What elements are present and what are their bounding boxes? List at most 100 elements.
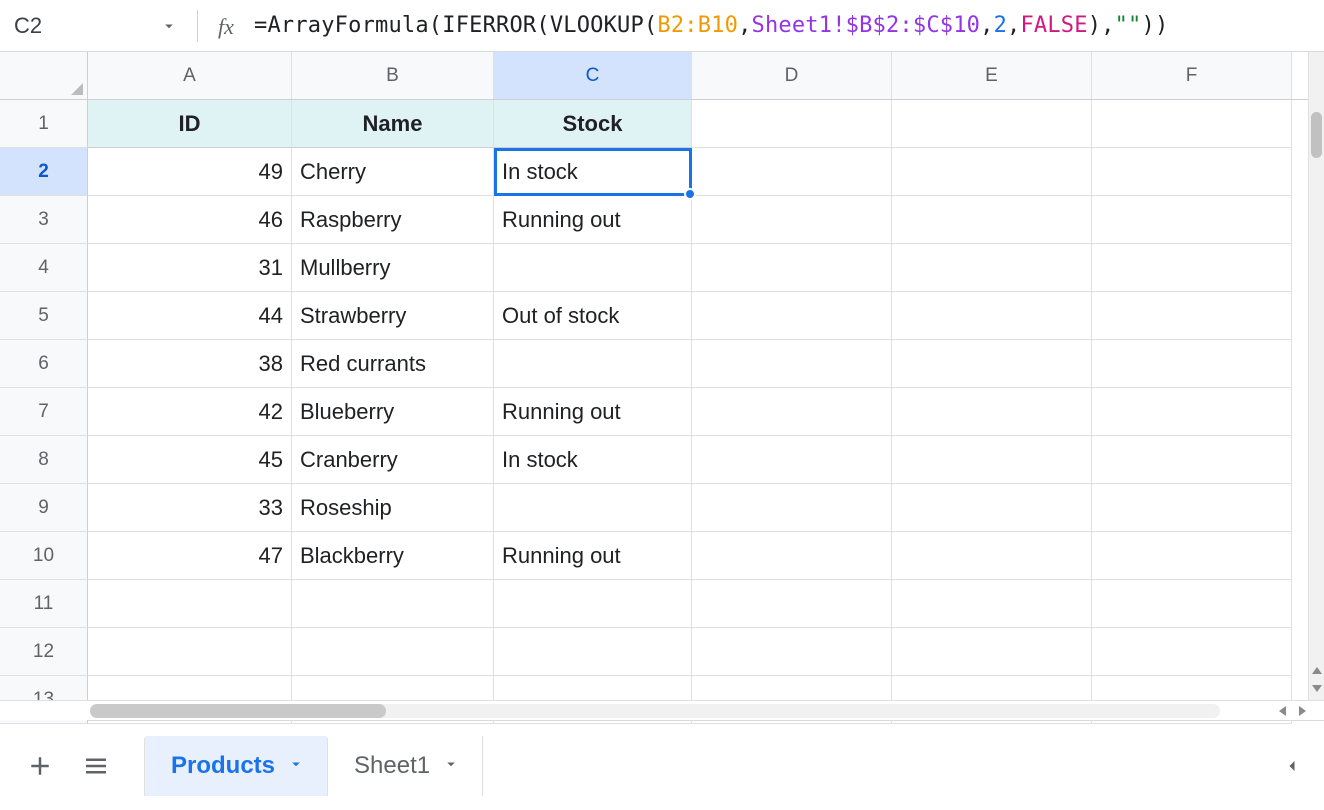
sheet-tab-sheet1[interactable]: Sheet1 bbox=[328, 736, 483, 796]
header-id[interactable]: ID bbox=[88, 100, 292, 148]
col-header-e[interactable]: E bbox=[892, 52, 1092, 99]
cell[interactable] bbox=[88, 628, 292, 676]
cell[interactable] bbox=[892, 580, 1092, 628]
cell[interactable] bbox=[692, 532, 892, 580]
row-header-7[interactable]: 7 bbox=[0, 388, 88, 436]
cell-id[interactable]: 46 bbox=[88, 196, 292, 244]
scroll-right-button[interactable] bbox=[1294, 703, 1310, 719]
cell-id[interactable]: 42 bbox=[88, 388, 292, 436]
cell-stock[interactable]: Running out bbox=[494, 532, 692, 580]
sheet-tab-menu[interactable] bbox=[442, 752, 460, 780]
cell[interactable] bbox=[1092, 436, 1292, 484]
sheet-tab-products[interactable]: Products bbox=[144, 736, 328, 796]
cell[interactable] bbox=[1092, 100, 1292, 148]
row-header-1[interactable]: 1 bbox=[0, 100, 88, 148]
row-header-10[interactable]: 10 bbox=[0, 532, 88, 580]
name-box[interactable]: C2 bbox=[8, 0, 183, 51]
scroll-up-button[interactable] bbox=[1311, 662, 1322, 678]
cell[interactable] bbox=[892, 340, 1092, 388]
cell-stock[interactable]: In stock bbox=[494, 436, 692, 484]
cell-stock[interactable] bbox=[494, 484, 692, 532]
all-sheets-button[interactable] bbox=[68, 738, 124, 794]
cell[interactable] bbox=[692, 484, 892, 532]
cell-name[interactable]: Blackberry bbox=[292, 532, 494, 580]
cell-id[interactable]: 45 bbox=[88, 436, 292, 484]
cell-stock[interactable]: Running out bbox=[494, 196, 692, 244]
col-header-b[interactable]: B bbox=[292, 52, 494, 99]
cell-stock[interactable]: In stock bbox=[494, 148, 692, 196]
cell[interactable] bbox=[692, 148, 892, 196]
row-header-8[interactable]: 8 bbox=[0, 436, 88, 484]
cell[interactable] bbox=[1092, 244, 1292, 292]
cell-name[interactable]: Roseship bbox=[292, 484, 494, 532]
header-name[interactable]: Name bbox=[292, 100, 494, 148]
cell-id[interactable]: 44 bbox=[88, 292, 292, 340]
horizontal-scrollbar[interactable] bbox=[0, 700, 1324, 720]
cell[interactable] bbox=[892, 292, 1092, 340]
cell-id[interactable]: 38 bbox=[88, 340, 292, 388]
expand-toolbar-button[interactable] bbox=[1272, 746, 1312, 786]
add-sheet-button[interactable] bbox=[12, 738, 68, 794]
cell[interactable] bbox=[692, 628, 892, 676]
cell-stock[interactable] bbox=[494, 340, 692, 388]
row-header-9[interactable]: 9 bbox=[0, 484, 88, 532]
row-header-12[interactable]: 12 bbox=[0, 628, 88, 676]
cell-name[interactable]: Blueberry bbox=[292, 388, 494, 436]
cell[interactable] bbox=[892, 628, 1092, 676]
cell-id[interactable]: 49 bbox=[88, 148, 292, 196]
cell[interactable] bbox=[494, 628, 692, 676]
cell[interactable] bbox=[494, 580, 692, 628]
cell[interactable] bbox=[892, 244, 1092, 292]
row-header-6[interactable]: 6 bbox=[0, 340, 88, 388]
col-header-a[interactable]: A bbox=[88, 52, 292, 99]
select-all-corner[interactable] bbox=[0, 52, 88, 100]
vertical-scrollbar[interactable] bbox=[1308, 52, 1324, 700]
cell[interactable] bbox=[692, 292, 892, 340]
cell[interactable] bbox=[1092, 292, 1292, 340]
cell[interactable] bbox=[1092, 196, 1292, 244]
cell[interactable] bbox=[292, 580, 494, 628]
name-box-dropdown[interactable] bbox=[155, 12, 183, 40]
row-header-5[interactable]: 5 bbox=[0, 292, 88, 340]
cell[interactable] bbox=[692, 340, 892, 388]
cell-name[interactable]: Cherry bbox=[292, 148, 494, 196]
row-header-11[interactable]: 11 bbox=[0, 580, 88, 628]
cell[interactable] bbox=[292, 628, 494, 676]
cell[interactable] bbox=[692, 388, 892, 436]
cell[interactable] bbox=[892, 196, 1092, 244]
cell[interactable] bbox=[692, 244, 892, 292]
vertical-scroll-thumb[interactable] bbox=[1311, 112, 1322, 158]
cell[interactable] bbox=[88, 580, 292, 628]
cell[interactable] bbox=[1092, 484, 1292, 532]
cell[interactable] bbox=[892, 100, 1092, 148]
cell[interactable] bbox=[1092, 148, 1292, 196]
cell-name[interactable]: Strawberry bbox=[292, 292, 494, 340]
col-header-f[interactable]: F bbox=[1092, 52, 1292, 99]
cell[interactable] bbox=[692, 196, 892, 244]
cell-name[interactable]: Raspberry bbox=[292, 196, 494, 244]
cell[interactable] bbox=[1092, 388, 1292, 436]
cell-name[interactable]: Mullberry bbox=[292, 244, 494, 292]
cell[interactable] bbox=[892, 532, 1092, 580]
formula-input[interactable]: =ArrayFormula(IFERROR(VLOOKUP(B2:B10,She… bbox=[246, 13, 1316, 39]
cell[interactable] bbox=[1092, 340, 1292, 388]
cell[interactable] bbox=[1092, 628, 1292, 676]
scroll-down-button[interactable] bbox=[1311, 680, 1322, 696]
cell-stock[interactable] bbox=[494, 244, 692, 292]
cell[interactable] bbox=[692, 580, 892, 628]
header-stock[interactable]: Stock bbox=[494, 100, 692, 148]
cell[interactable] bbox=[692, 436, 892, 484]
cell-stock[interactable]: Out of stock bbox=[494, 292, 692, 340]
cell-id[interactable]: 31 bbox=[88, 244, 292, 292]
row-header-4[interactable]: 4 bbox=[0, 244, 88, 292]
horizontal-scroll-thumb[interactable] bbox=[90, 704, 386, 718]
cell-id[interactable]: 33 bbox=[88, 484, 292, 532]
cell-id[interactable]: 47 bbox=[88, 532, 292, 580]
col-header-d[interactable]: D bbox=[692, 52, 892, 99]
cells[interactable]: ID Name Stock 49CherryIn stock46Raspberr… bbox=[88, 100, 1308, 700]
name-box-value[interactable]: C2 bbox=[8, 13, 155, 39]
cell[interactable] bbox=[892, 484, 1092, 532]
cell-name[interactable]: Red currants bbox=[292, 340, 494, 388]
cell[interactable] bbox=[692, 100, 892, 148]
cell-name[interactable]: Cranberry bbox=[292, 436, 494, 484]
